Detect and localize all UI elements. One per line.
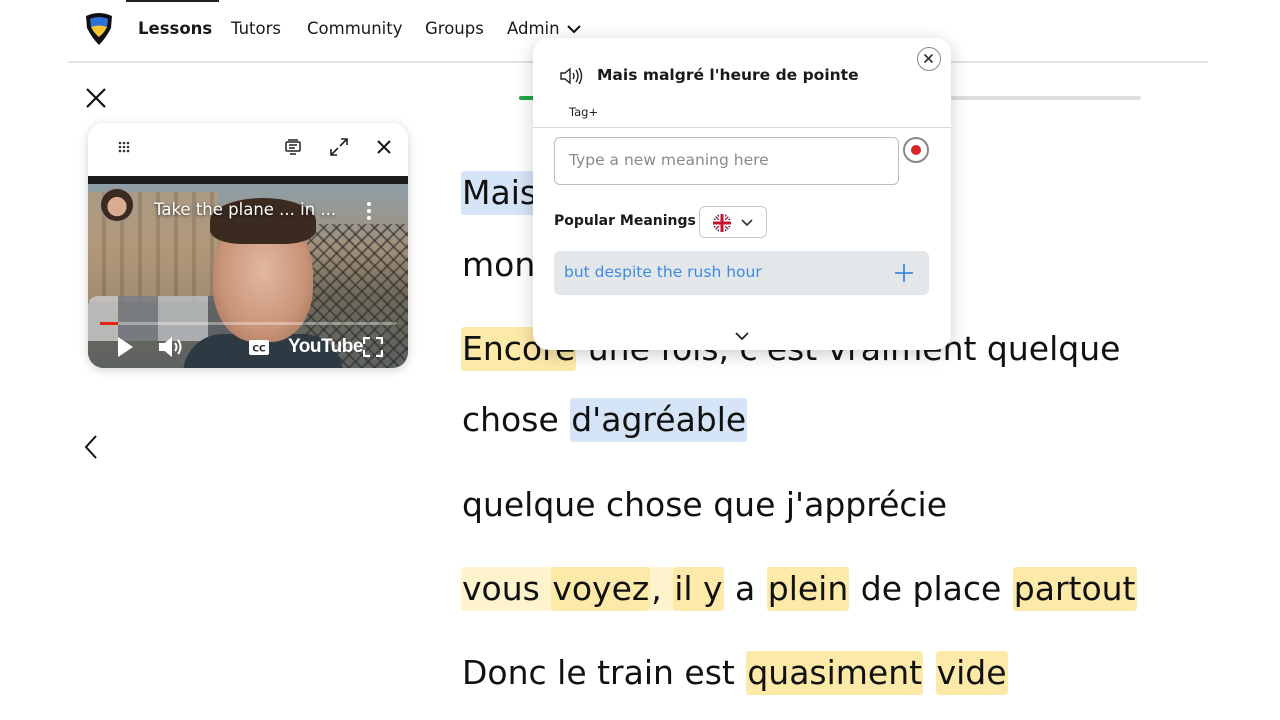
video-frame[interactable]: Take the plane ... in ... CC YouTube bbox=[88, 176, 408, 368]
popup-phrase: Mais malgré l'heure de pointe bbox=[597, 66, 859, 84]
nav-active-indicator bbox=[126, 0, 219, 2]
nav-admin-label: Admin bbox=[507, 19, 560, 38]
volume-icon[interactable] bbox=[158, 336, 184, 362]
nav-lessons[interactable]: Lessons bbox=[138, 19, 212, 38]
youtube-logo[interactable]: YouTube bbox=[288, 336, 363, 358]
lesson-word[interactable]: chose bbox=[461, 398, 570, 442]
playlist-icon[interactable] bbox=[281, 135, 305, 159]
video-card-header bbox=[88, 123, 408, 175]
lesson-line: mon bbox=[461, 243, 536, 287]
lesson-line: quelque chose que j'apprécie bbox=[461, 483, 948, 527]
highlighted-word[interactable]: partout bbox=[1012, 567, 1137, 611]
close-icon[interactable] bbox=[372, 135, 396, 159]
lesson-word[interactable]: de place bbox=[849, 567, 1013, 611]
uk-flag-icon bbox=[713, 214, 731, 232]
highlighted-word[interactable]: vide bbox=[935, 651, 1008, 695]
lingq-logo-icon[interactable] bbox=[84, 12, 114, 46]
nav-admin[interactable]: Admin bbox=[507, 19, 582, 38]
lesson-word[interactable]: quelque chose que j'apprécie bbox=[461, 483, 948, 527]
popup-divider bbox=[533, 127, 951, 128]
highlighted-word[interactable]: , bbox=[650, 567, 674, 611]
language-select[interactable] bbox=[699, 206, 767, 238]
chevron-down-icon[interactable] bbox=[733, 327, 751, 341]
expand-icon[interactable] bbox=[327, 135, 351, 159]
popular-meanings-label: Popular Meanings bbox=[554, 213, 696, 229]
more-vertical-icon[interactable] bbox=[366, 201, 372, 221]
fullscreen-icon[interactable] bbox=[362, 336, 384, 361]
video-title[interactable]: Take the plane ... in ... bbox=[154, 200, 336, 219]
lesson-word[interactable]: a bbox=[724, 567, 767, 611]
highlighted-word[interactable]: quasiment bbox=[746, 651, 924, 695]
popup-close-button[interactable] bbox=[917, 47, 941, 71]
close-lesson-icon[interactable] bbox=[84, 86, 108, 110]
add-meaning-icon[interactable] bbox=[893, 262, 915, 284]
cc-icon[interactable]: CC bbox=[248, 339, 270, 360]
drag-handle-icon[interactable] bbox=[112, 135, 136, 159]
video-progress-bar[interactable] bbox=[100, 322, 396, 325]
nav-community[interactable]: Community bbox=[307, 19, 403, 38]
highlighted-word[interactable]: d'agréable bbox=[570, 398, 748, 442]
word-popup: Mais malgré l'heure de pointe Tag+ Popul… bbox=[533, 38, 951, 350]
popular-meaning-text: but despite the rush hour bbox=[564, 263, 762, 281]
speaker-icon[interactable] bbox=[559, 65, 583, 87]
lesson-word[interactable] bbox=[923, 651, 936, 695]
lesson-word[interactable]: Donc le train est bbox=[461, 651, 746, 695]
lesson-line: chose d'agréable bbox=[461, 398, 748, 442]
lesson-line: vous voyez, il y a plein de place partou… bbox=[461, 567, 1137, 611]
chevron-left-icon[interactable] bbox=[82, 434, 102, 460]
nav-tutors[interactable]: Tutors bbox=[231, 19, 281, 38]
lesson-word[interactable]: mon bbox=[461, 243, 536, 287]
highlighted-word[interactable]: vous bbox=[461, 567, 552, 611]
popular-meaning-item[interactable]: but despite the rush hour bbox=[554, 251, 929, 295]
close-icon bbox=[923, 53, 934, 64]
highlighted-word[interactable]: il y bbox=[673, 567, 724, 611]
highlighted-word[interactable]: plein bbox=[766, 567, 850, 611]
channel-avatar[interactable] bbox=[100, 188, 134, 222]
chevron-down-icon bbox=[741, 219, 753, 227]
nav-groups[interactable]: Groups bbox=[425, 19, 484, 38]
video-progress-fill bbox=[100, 322, 118, 325]
highlighted-word[interactable]: Mais bbox=[461, 171, 539, 215]
lesson-line: Donc le train est quasiment vide bbox=[461, 651, 1008, 695]
chevron-down-icon bbox=[566, 24, 581, 33]
new-meaning-input[interactable] bbox=[554, 137, 899, 185]
record-icon[interactable] bbox=[903, 137, 929, 163]
video-player-card: Take the plane ... in ... CC YouTube bbox=[88, 123, 408, 368]
highlighted-word[interactable]: voyez bbox=[551, 567, 651, 611]
add-tag-button[interactable]: Tag+ bbox=[569, 105, 598, 119]
svg-text:CC: CC bbox=[252, 345, 266, 355]
play-icon[interactable] bbox=[116, 336, 134, 362]
